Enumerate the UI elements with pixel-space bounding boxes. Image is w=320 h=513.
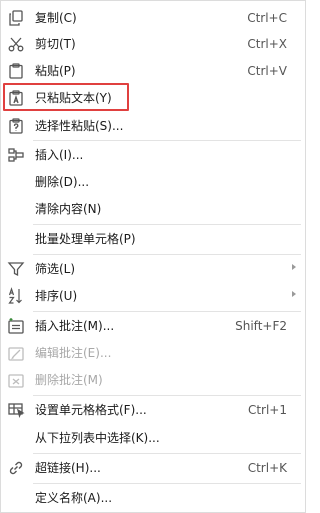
submenu-arrow-icon [292,264,296,270]
sort-icon [6,286,26,306]
edit-comment-label: 编辑批注(E)... [35,346,112,360]
copy-icon [6,8,26,28]
menu-item-copy[interactable]: 复制(C) Ctrl+C [1,5,305,31]
menu-item-hyperlink[interactable]: 超链接(H)... Ctrl+K [1,455,305,481]
highlight-box [3,83,129,111]
menu-item-sort[interactable]: 排序(U) [1,283,305,309]
clear-contents-label: 清除内容(N) [35,202,102,216]
insert-cells-icon [6,145,26,165]
menu-item-paste[interactable]: 粘贴(P) Ctrl+V [1,58,305,84]
separator [33,395,301,396]
insert-label: 插入(I)... [35,148,84,162]
paste-label: 粘贴(P) [35,64,76,78]
separator [33,483,301,484]
menu-item-clear-contents[interactable]: 清除内容(N) [1,196,305,222]
menu-item-delete[interactable]: 删除(D)... [1,169,305,195]
format-cells-shortcut: Ctrl+1 [247,403,287,417]
format-cells-icon [6,400,26,420]
menu-item-cut[interactable]: 剪切(T) Ctrl+X [1,31,305,57]
copy-shortcut: Ctrl+C [247,11,287,25]
filter-label: 筛选(L) [35,262,76,276]
batch-process-label: 批量处理单元格(P) [35,232,136,246]
menu-item-pick-from-list[interactable]: 从下拉列表中选择(K)... [1,425,305,451]
hyperlink-shortcut: Ctrl+K [247,461,287,475]
menu-item-batch-process[interactable]: 批量处理单元格(P) [1,226,305,252]
link-icon [6,458,26,478]
cut-label: 剪切(T) [35,37,76,51]
define-name-label: 定义名称(A)... [35,491,113,505]
paste-special-icon [6,116,26,136]
filter-icon [6,259,26,279]
paste-icon [6,61,26,81]
delete-label: 删除(D)... [35,175,90,189]
edit-comment-icon [6,343,26,363]
insert-comment-label: 插入批注(M)... [35,319,115,333]
menu-item-paste-special[interactable]: 选择性粘贴(S)... [1,113,305,139]
menu-item-insert[interactable]: 插入(I)... [1,142,305,168]
context-menu: 复制(C) Ctrl+C 剪切(T) Ctrl+X 粘贴(P) Ctrl+V 只… [0,0,306,513]
delete-comment-label: 删除批注(M) [35,373,103,387]
menu-item-define-name[interactable]: 定义名称(A)... [1,485,305,511]
insert-comment-shortcut: Shift+F2 [235,319,287,333]
separator [33,140,301,141]
sort-label: 排序(U) [35,289,78,303]
scissors-icon [6,34,26,54]
menu-item-edit-comment: 编辑批注(E)... [1,340,305,366]
menu-item-delete-comment: 删除批注(M) [1,367,305,393]
paste-special-label: 选择性粘贴(S)... [35,119,124,133]
hyperlink-label: 超链接(H)... [35,461,101,475]
pick-from-list-label: 从下拉列表中选择(K)... [35,431,160,445]
separator [33,311,301,312]
submenu-arrow-icon [292,291,296,297]
menu-item-insert-comment[interactable]: 插入批注(M)... Shift+F2 [1,313,305,339]
paste-shortcut: Ctrl+V [247,64,287,78]
cut-shortcut: Ctrl+X [247,37,287,51]
insert-comment-icon [6,316,26,336]
menu-item-filter[interactable]: 筛选(L) [1,256,305,282]
menu-item-format-cells[interactable]: 设置单元格格式(F)... Ctrl+1 [1,397,305,423]
separator [33,224,301,225]
format-cells-label: 设置单元格格式(F)... [35,403,147,417]
separator [33,254,301,255]
delete-comment-icon [6,370,26,390]
separator [33,453,301,454]
copy-label: 复制(C) [35,11,77,25]
